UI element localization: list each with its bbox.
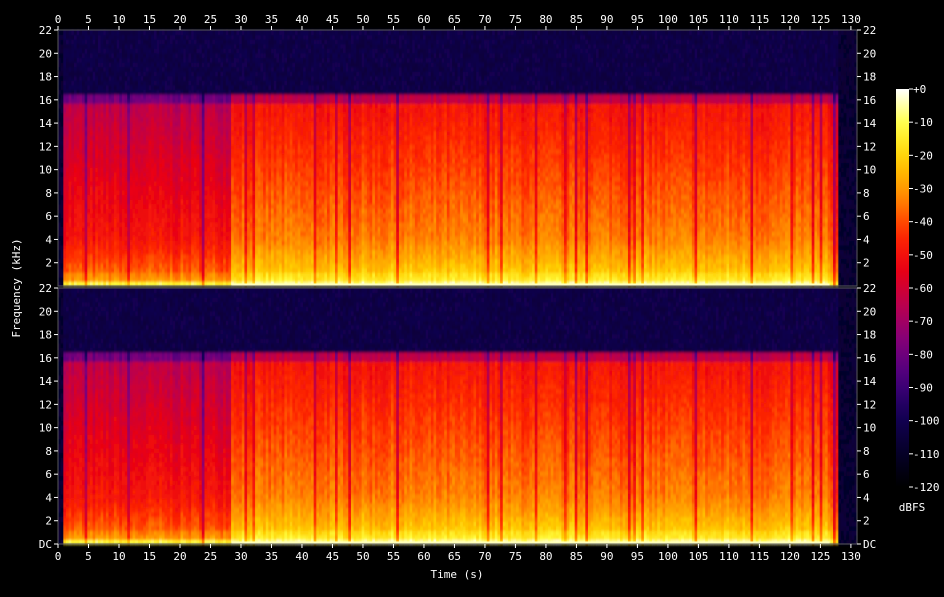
channel-panel xyxy=(57,29,858,287)
channel-panels xyxy=(57,29,858,545)
spectrogram-cells xyxy=(58,30,858,287)
spectrogram-view: 0 0 5 5 10 10 15 15 20 20 25 25 30 30 35 35 40 40 45 45 50 50… xyxy=(0,0,944,593)
spectrogram-chart: 0055101015152020252530303535404045455050… xyxy=(10,13,940,581)
